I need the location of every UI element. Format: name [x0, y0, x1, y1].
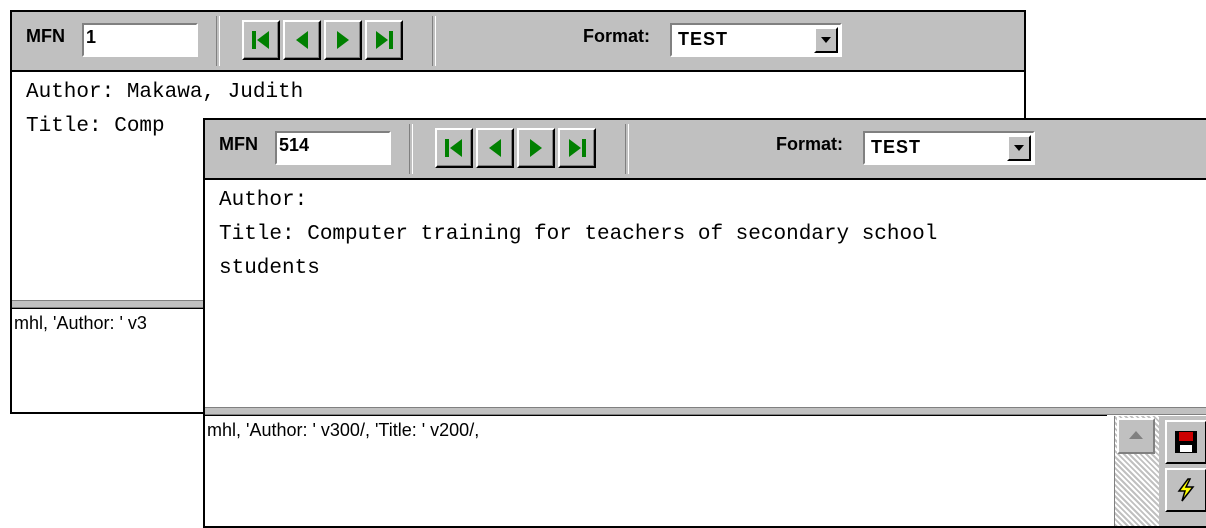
previous-record-icon [296, 31, 308, 49]
save-format-button[interactable] [1165, 420, 1206, 464]
format-editor-scrollbar[interactable] [1114, 416, 1159, 526]
last-record-icon [376, 31, 393, 49]
pane-splitter[interactable] [205, 407, 1206, 415]
last-record-button[interactable] [558, 128, 596, 168]
next-record-button[interactable] [324, 20, 362, 60]
first-record-button[interactable] [242, 20, 280, 60]
previous-record-button[interactable] [283, 20, 321, 60]
mfn-input[interactable]: 1 [82, 23, 198, 57]
toolbar-separator [409, 124, 413, 174]
format-dropdown-button[interactable] [814, 27, 838, 53]
next-record-icon [337, 31, 349, 49]
mfn-input[interactable]: 514 [275, 131, 391, 165]
last-record-button[interactable] [365, 20, 403, 60]
first-record-button[interactable] [435, 128, 473, 168]
display-line: Author: Makawa, Judith [26, 81, 304, 104]
format-label: Format: [583, 26, 650, 46]
format-editor[interactable]: mhl, 'Author: ' v300/, 'Title: ' v200/, [205, 415, 1107, 526]
record-window-front: MFN 514 Format: TEST Author: Title: Comp… [203, 118, 1206, 528]
scroll-up-button[interactable] [1117, 418, 1155, 454]
chevron-down-icon [821, 37, 831, 43]
record-display: Author: Title: Computer training for tea… [205, 180, 1206, 410]
format-dropdown-button[interactable] [1007, 135, 1031, 161]
mfn-label: MFN [26, 26, 65, 46]
first-record-icon [445, 139, 462, 157]
chevron-down-icon [1014, 145, 1024, 151]
lightning-bolt-icon [1177, 478, 1195, 502]
next-record-icon [530, 139, 542, 157]
last-record-icon [569, 139, 586, 157]
scroll-up-arrow-icon [1129, 431, 1143, 439]
format-label: Format: [776, 134, 843, 154]
toolbar-separator [625, 124, 629, 174]
run-format-button[interactable] [1165, 468, 1206, 512]
first-record-icon [252, 31, 269, 49]
previous-record-button[interactable] [476, 128, 514, 168]
mfn-label: MFN [219, 134, 258, 154]
toolbar-separator [216, 16, 220, 66]
display-line: students [219, 257, 320, 280]
display-line: Author: [219, 189, 308, 212]
next-record-button[interactable] [517, 128, 555, 168]
side-toolbar [1159, 416, 1206, 526]
floppy-disk-icon [1175, 431, 1197, 453]
format-selected-value: TEST [678, 29, 729, 49]
format-selected-value: TEST [871, 137, 922, 157]
display-line: Title: Computer training for teachers of… [219, 223, 938, 246]
toolbar-separator [432, 16, 436, 66]
record-toolbar: MFN 1 Format: TEST [12, 12, 1024, 72]
format-select[interactable]: TEST [670, 23, 842, 57]
record-toolbar: MFN 514 Format: TEST [205, 120, 1206, 180]
previous-record-icon [489, 139, 501, 157]
format-select[interactable]: TEST [863, 131, 1035, 165]
